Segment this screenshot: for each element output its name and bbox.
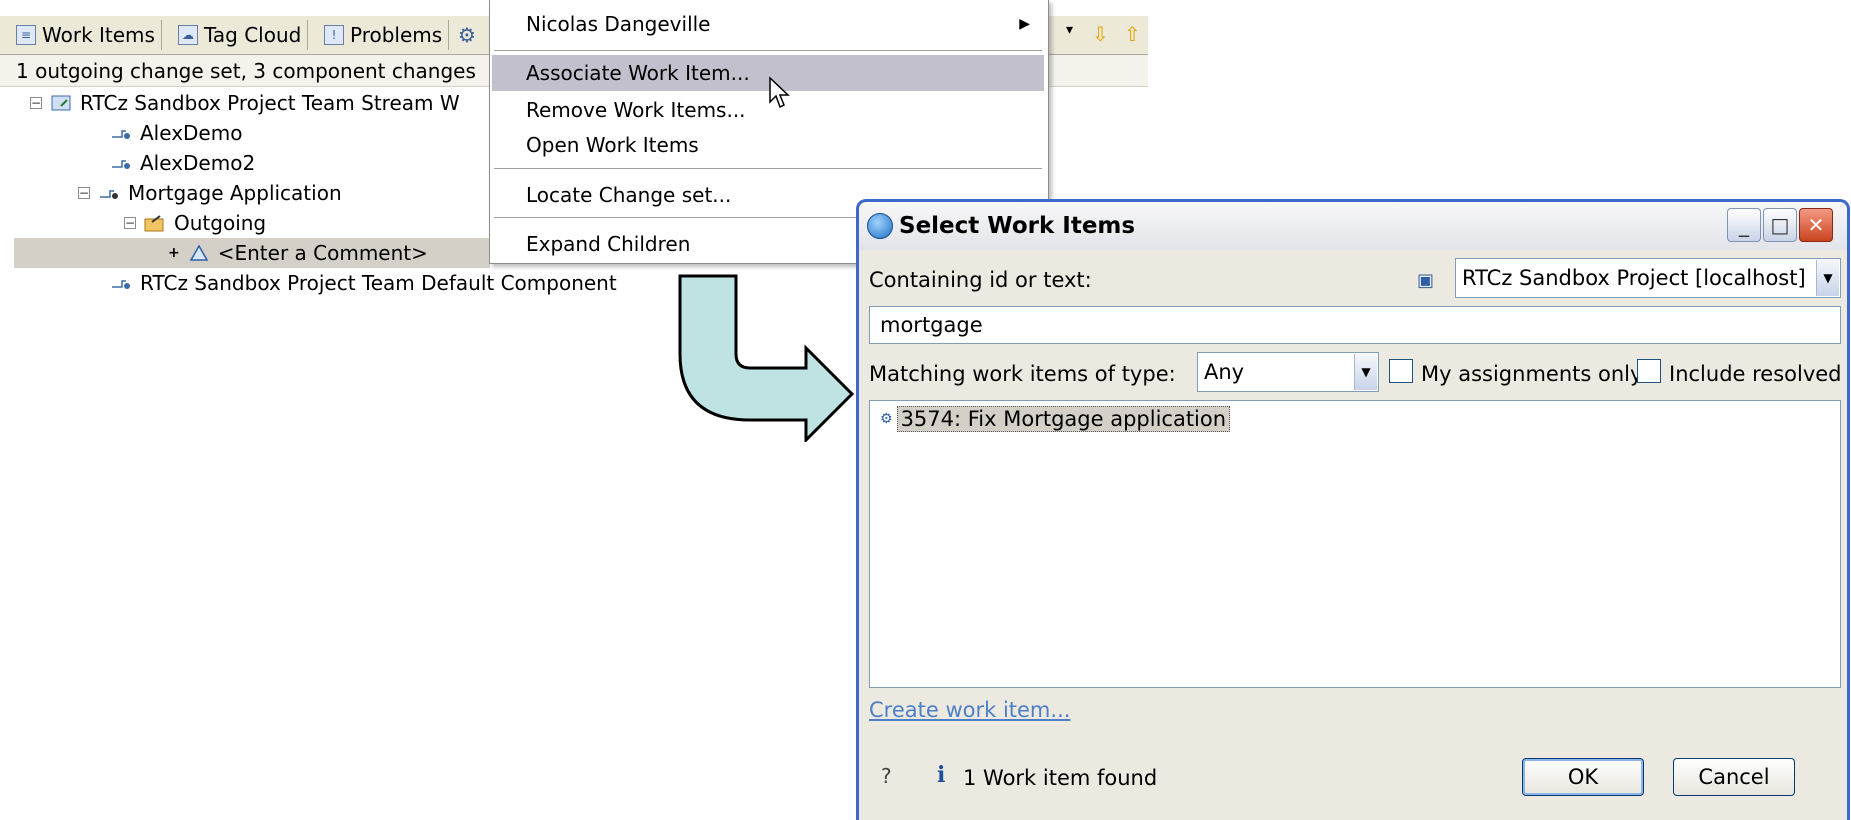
repository-icon: ▣ bbox=[1417, 270, 1435, 291]
status-text: 1 Work item found bbox=[963, 766, 1158, 790]
tab-label: Tag Cloud bbox=[204, 23, 302, 47]
change-summary-text: 1 outgoing change set, 3 component chang… bbox=[16, 58, 476, 83]
component-icon bbox=[110, 153, 132, 173]
ok-label: OK bbox=[1567, 765, 1599, 789]
view-menu-icon[interactable]: ▾ bbox=[1066, 22, 1073, 38]
containing-label-text: Containing id or text: bbox=[869, 268, 1092, 292]
menu-item-label: Locate Change set... bbox=[526, 183, 732, 207]
component-icon bbox=[110, 273, 132, 293]
collapse-icon[interactable]: − bbox=[30, 97, 42, 109]
tab-label: Problems bbox=[350, 23, 443, 47]
tree-label: <Enter a Comment> bbox=[217, 241, 428, 265]
search-value: mortgage bbox=[880, 313, 983, 337]
menu-item-label: Expand Children bbox=[526, 232, 691, 256]
type-label: Matching work items of type: bbox=[869, 362, 1176, 386]
tab-label: Work Items bbox=[42, 23, 155, 47]
minimize-button[interactable]: _ bbox=[1727, 208, 1761, 242]
info-icon: i bbox=[937, 762, 946, 788]
type-value: Any bbox=[1204, 360, 1245, 384]
expand-icon[interactable]: + bbox=[168, 245, 180, 261]
tree-row-change-set[interactable]: + <Enter a Comment> bbox=[14, 238, 490, 268]
work-items-icon: ≡ bbox=[16, 25, 36, 45]
change-set-icon bbox=[188, 243, 210, 263]
cancel-label: Cancel bbox=[1698, 765, 1770, 789]
tag-cloud-icon: ☁ bbox=[178, 25, 198, 45]
tab-tag-cloud[interactable]: ☁ Tag Cloud bbox=[172, 20, 309, 50]
my-assignments-text: My assignments only bbox=[1421, 362, 1643, 386]
arrow-down-icon[interactable]: ⇩ bbox=[1092, 22, 1109, 46]
tree-row-outgoing[interactable]: − Outgoing bbox=[124, 208, 266, 238]
component-icon bbox=[98, 183, 120, 203]
menu-item-label: Associate Work Item... bbox=[526, 61, 750, 85]
gear-icon: ⚙ bbox=[458, 23, 476, 47]
tree-row-component[interactable]: AlexDemo2 bbox=[110, 148, 255, 178]
tree-label: Outgoing bbox=[174, 211, 267, 235]
collapse-icon[interactable]: − bbox=[124, 217, 136, 229]
repository-value: RTCz Sandbox Project [localhost] bbox=[1462, 266, 1806, 290]
tree-row-component[interactable]: AlexDemo bbox=[110, 118, 242, 148]
my-assignments-label[interactable]: My assignments only bbox=[1421, 362, 1642, 386]
close-button[interactable]: ✕ bbox=[1799, 208, 1833, 242]
tree-label: AlexDemo2 bbox=[140, 151, 256, 175]
tree-row-workspace[interactable]: − RTCz Sandbox Project Team Stream W bbox=[30, 88, 460, 118]
tree-row-component[interactable]: RTCz Sandbox Project Team Default Compon… bbox=[110, 268, 617, 298]
tab-work-items[interactable]: ≡ Work Items bbox=[10, 20, 162, 50]
select-work-items-dialog: Select Work Items _ □ ✕ Containing id or… bbox=[856, 199, 1850, 820]
ok-button[interactable]: OK bbox=[1522, 758, 1644, 796]
results-list[interactable]: ⚙ 3574: Fix Mortgage application bbox=[869, 400, 1841, 688]
tree-label: RTCz Sandbox Project Team Default Compon… bbox=[140, 271, 617, 295]
search-input[interactable]: mortgage bbox=[869, 306, 1841, 344]
containing-label: Containing id or text: bbox=[869, 268, 1092, 292]
workspace-icon bbox=[50, 93, 72, 113]
menu-separator bbox=[494, 50, 1042, 51]
tree-label: AlexDemo bbox=[140, 121, 243, 145]
tree-label: Mortgage Application bbox=[128, 181, 342, 205]
arrow-up-icon[interactable]: ⇧ bbox=[1124, 22, 1141, 46]
menu-separator bbox=[494, 168, 1042, 169]
dialog-titlebar[interactable]: Select Work Items _ □ ✕ bbox=[859, 202, 1847, 250]
list-item[interactable]: ⚙ 3574: Fix Mortgage application bbox=[880, 405, 1231, 433]
dialog-title: Select Work Items bbox=[899, 213, 1136, 239]
include-resolved-checkbox[interactable] bbox=[1637, 359, 1661, 383]
include-resolved-text: Include resolved bbox=[1669, 362, 1842, 386]
repository-select[interactable]: RTCz Sandbox Project [localhost] ▼ bbox=[1455, 258, 1841, 298]
menu-item-label: Remove Work Items... bbox=[526, 98, 746, 122]
tree-label: RTCz Sandbox Project Team Stream W bbox=[80, 91, 460, 115]
component-icon bbox=[110, 123, 132, 143]
tab-problems[interactable]: ! Problems bbox=[318, 20, 450, 50]
my-assignments-checkbox[interactable] bbox=[1389, 359, 1413, 383]
menu-item-open-work-items[interactable]: Open Work Items bbox=[492, 127, 1044, 163]
type-label-text: Matching work items of type: bbox=[869, 362, 1176, 386]
menu-item-label: Open Work Items bbox=[526, 133, 699, 157]
defect-icon: ⚙ bbox=[880, 411, 893, 427]
problems-icon: ! bbox=[324, 25, 344, 45]
create-work-item-link[interactable]: Create work item... bbox=[869, 698, 1070, 722]
chevron-down-icon[interactable]: ▼ bbox=[1354, 354, 1377, 390]
include-resolved-label[interactable]: Include resolved bbox=[1669, 362, 1842, 386]
tree-row-component[interactable]: − Mortgage Application bbox=[78, 178, 342, 208]
result-label: 3574: Fix Mortgage application bbox=[896, 406, 1231, 432]
submenu-arrow-icon: ▶ bbox=[1019, 16, 1030, 32]
mouse-cursor-icon bbox=[769, 76, 790, 109]
menu-item-user[interactable]: Nicolas Dangeville ▶ bbox=[492, 6, 1044, 42]
type-select[interactable]: Any ▼ bbox=[1197, 352, 1379, 392]
jazz-icon bbox=[867, 213, 893, 239]
chevron-down-icon[interactable]: ▼ bbox=[1816, 260, 1839, 296]
tab-pending-changes[interactable]: ⚙ bbox=[452, 20, 482, 50]
collapse-icon[interactable]: − bbox=[78, 187, 90, 199]
menu-item-label: Nicolas Dangeville bbox=[526, 12, 711, 36]
outgoing-folder-icon bbox=[144, 213, 166, 233]
help-icon[interactable]: ? bbox=[881, 764, 892, 788]
maximize-button[interactable]: □ bbox=[1763, 208, 1797, 242]
cancel-button[interactable]: Cancel bbox=[1673, 758, 1795, 796]
flow-arrow-icon bbox=[678, 274, 855, 442]
